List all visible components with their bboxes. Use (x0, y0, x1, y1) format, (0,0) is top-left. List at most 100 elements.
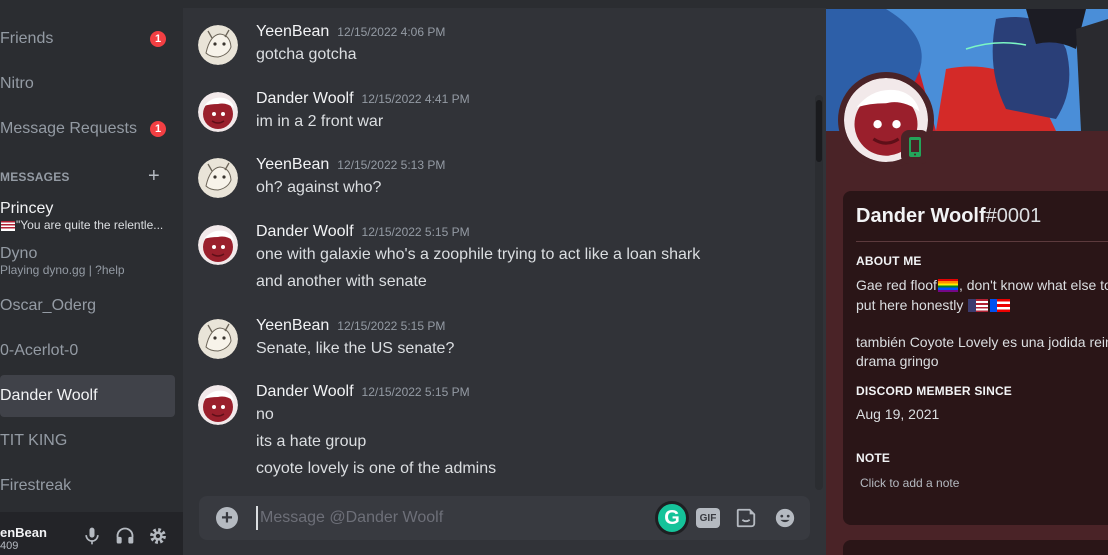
message-text: im in a 2 front war (256, 113, 384, 130)
avatar-dander-woolf[interactable] (198, 92, 238, 132)
nav-message-requests-label: Message Requests (0, 120, 137, 137)
dm-status: Playing dyno.gg | ?help (0, 263, 125, 277)
message-timestamp: 12/15/2022 5:15 PM (361, 385, 470, 399)
divider (856, 241, 1108, 242)
about-me-line: Gae red floof , don't know what else to (856, 276, 1108, 295)
message-composer: + G GIF (199, 496, 810, 540)
headphones-icon[interactable] (115, 526, 135, 546)
microphone-icon[interactable] (82, 526, 102, 546)
profile-info-card: Dander Woolf#0001 ABOUT ME Gae red floof… (843, 191, 1108, 525)
nav-friends[interactable]: Friends 1 (0, 18, 175, 60)
rainbow-flag-icon (937, 279, 958, 292)
chat-top-bar (183, 0, 826, 8)
friends-badge: 1 (150, 31, 166, 47)
author-name[interactable]: YeenBean (256, 317, 329, 334)
member-since-date: Aug 19, 2021 (856, 406, 940, 422)
author-name[interactable]: Dander Woolf (256, 383, 354, 400)
create-dm-plus-icon[interactable]: + (148, 166, 160, 186)
about-me-line: put here honestly (856, 296, 1011, 315)
emoji-icon[interactable] (774, 507, 796, 529)
dm-item-firestreak[interactable]: Firestreak (0, 465, 175, 509)
nav-nitro[interactable]: Nitro (0, 63, 175, 105)
about-me-line: también Coyote Lovely es una jodida rein… (856, 334, 1108, 350)
profile-secondary-card (843, 540, 1108, 555)
sticker-icon[interactable] (735, 507, 757, 529)
avatar-dander-woolf[interactable] (198, 385, 238, 425)
avatar-yeenbean[interactable] (198, 319, 238, 359)
current-username[interactable]: enBean (0, 525, 47, 540)
message-timestamp: 12/15/2022 5:13 PM (337, 158, 446, 172)
about-me-line: drama gringo (856, 353, 939, 369)
message-text: and another with senate (256, 273, 427, 290)
message-text: oh? against who? (256, 179, 382, 196)
dm-name: Oscar_Oderg (0, 297, 97, 314)
message-text: Senate, like the US senate? (256, 340, 455, 357)
message-timestamp: 12/15/2022 4:06 PM (337, 25, 446, 39)
note-input[interactable]: Click to add a note (860, 476, 959, 490)
dm-item-princey[interactable]: Princey "You are quite the relentle... (0, 196, 175, 240)
member-since-title: DISCORD MEMBER SINCE (856, 384, 1013, 398)
about-text: put here honestly (856, 297, 964, 313)
dm-name: Firestreak (0, 477, 72, 494)
message-text: its a hate group (256, 433, 367, 450)
message-author[interactable]: Dander Woolf 12/15/2022 5:15 PM (256, 223, 470, 241)
dm-name: Princey (0, 200, 54, 217)
dm-item-acerlot[interactable]: 0-Acerlot-0 (0, 329, 175, 373)
message-timestamp: 12/15/2022 5:15 PM (361, 225, 470, 239)
avatar-yeenbean[interactable] (198, 25, 238, 65)
message-timestamp: 12/15/2022 4:41 PM (361, 92, 470, 106)
dm-name: Dander Woolf (0, 387, 98, 404)
add-attachment-plus-icon[interactable]: + (216, 507, 238, 529)
user-profile-panel: Dander Woolf#0001 ABOUT ME Gae red floof… (826, 0, 1108, 555)
settings-gear-icon[interactable] (148, 526, 168, 546)
nav-message-requests[interactable]: Message Requests 1 (0, 108, 175, 150)
note-title: NOTE (856, 451, 891, 465)
message-text: one with galaxie who's a zoophile trying… (256, 246, 701, 263)
message-timestamp: 12/15/2022 5:15 PM (337, 319, 446, 333)
dm-item-tit-king[interactable]: TIT KING (0, 420, 175, 464)
author-name[interactable]: Dander Woolf (256, 90, 354, 107)
about-text: , don't know what else to (958, 277, 1108, 293)
current-user-tag: 409 (0, 540, 19, 552)
profile-discriminator: #0001 (985, 205, 1042, 227)
nav-friends-label: Friends (0, 30, 54, 47)
chat-scrollbar-thumb[interactable] (816, 100, 822, 162)
message-author[interactable]: Dander Woolf 12/15/2022 5:15 PM (256, 383, 470, 401)
avatar-dander-woolf[interactable] (198, 225, 238, 265)
message-text: no (256, 406, 274, 423)
gif-button[interactable]: GIF (696, 508, 720, 528)
puerto-rico-flag-icon (990, 299, 1011, 312)
grammarly-icon[interactable]: G (655, 501, 689, 535)
flag-icon (1, 221, 15, 231)
dm-item-oscar[interactable]: Oscar_Oderg (0, 284, 175, 328)
dm-status: "You are quite the relentle... (0, 218, 170, 232)
dm-name: 0-Acerlot-0 (0, 342, 79, 359)
profile-username[interactable]: Dander Woolf#0001 (856, 205, 1041, 228)
mobile-status-indicator (901, 130, 929, 164)
dm-name: Dyno (0, 245, 38, 262)
dm-item-dyno[interactable]: Dyno Playing dyno.gg | ?help (0, 241, 175, 285)
dm-status-text: "You are quite the relentle... (16, 218, 164, 232)
about-text: Gae red floof (856, 277, 937, 293)
author-name[interactable]: Dander Woolf (256, 223, 354, 240)
author-name[interactable]: YeenBean (256, 23, 329, 40)
profile-name: Dander Woolf (856, 205, 986, 227)
message-text: gotcha gotcha (256, 46, 357, 63)
message-text: coyote lovely is one of the admins (256, 460, 497, 477)
dm-item-dander-woolf[interactable]: Dander Woolf (0, 375, 175, 417)
us-flag-icon (968, 299, 989, 312)
user-panel: enBean 409 (0, 512, 183, 555)
message-author[interactable]: Dander Woolf 12/15/2022 4:41 PM (256, 90, 470, 108)
mobile-phone-icon (909, 137, 921, 157)
dm-name: TIT KING (0, 432, 68, 449)
message-input[interactable] (256, 506, 636, 530)
message-requests-badge: 1 (150, 121, 166, 137)
message-author[interactable]: YeenBean 12/15/2022 5:13 PM (256, 156, 445, 174)
message-author[interactable]: YeenBean 12/15/2022 4:06 PM (256, 23, 445, 41)
author-name[interactable]: YeenBean (256, 156, 329, 173)
avatar-yeenbean[interactable] (198, 158, 238, 198)
nav-nitro-label: Nitro (0, 75, 34, 92)
profile-top-bar (826, 0, 1108, 9)
dm-sidebar: Friends 1 Nitro Message Requests 1 MESSA… (0, 0, 183, 555)
message-author[interactable]: YeenBean 12/15/2022 5:15 PM (256, 317, 445, 335)
